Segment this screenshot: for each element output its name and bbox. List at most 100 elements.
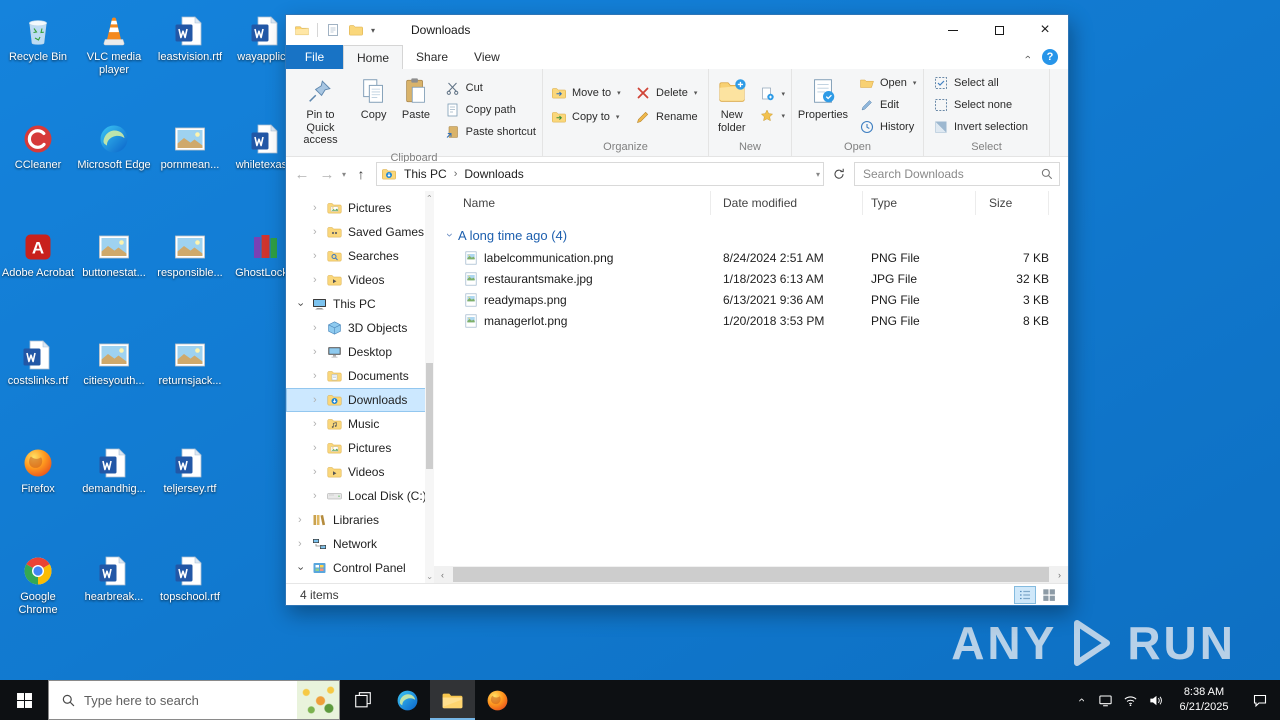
desktop-icon[interactable]: Recycle Bin [0,6,76,114]
select-none-button[interactable]: Select none [929,95,1032,115]
nav-item[interactable]: Pictures [286,436,434,460]
new-folder-button[interactable]: New folder [711,72,752,138]
select-all-button[interactable]: Select all [929,73,1032,93]
start-button[interactable] [0,680,48,720]
scroll-up-icon[interactable]: › [425,191,434,201]
properties-button[interactable]: Properties [794,72,852,138]
nav-item[interactable]: Desktop [286,340,434,364]
nav-item[interactable]: Pictures [286,196,434,220]
new-item-button[interactable]: ▾ [755,84,789,104]
taskbar-firefox-button[interactable] [475,680,520,720]
qat-customize-chevron-icon[interactable]: ▾ [371,26,375,35]
chevron-icon[interactable] [313,467,326,478]
delete-button[interactable]: Delete▾ [631,83,704,103]
desktop-icon[interactable]: citiesyouth... [76,330,152,438]
tab-share[interactable]: Share [403,45,461,69]
desktop-icon[interactable]: costslinks.rtf [0,330,76,438]
chevron-icon[interactable] [313,395,326,406]
desktop-icon[interactable]: buttonestat... [76,222,152,330]
chevron-icon[interactable] [313,227,326,238]
taskbar-explorer-button[interactable] [430,680,475,720]
invert-selection-button[interactable]: Invert selection [929,117,1032,137]
copy-to-button[interactable]: Copy to▾ [547,107,627,127]
chevron-icon[interactable] [313,323,326,334]
chevron-icon[interactable] [298,539,311,550]
address-box[interactable]: This PC › Downloads ▾ [376,162,824,186]
nav-item[interactable]: Music [286,412,434,436]
breadcrumb-downloads[interactable]: Downloads [462,167,525,181]
nav-item[interactable]: Documents [286,364,434,388]
nav-item[interactable]: This PC [286,292,434,316]
easy-access-button[interactable]: ▾ [755,106,789,126]
open-button[interactable]: Open▾ [855,73,920,93]
desktop-icon[interactable]: A Adobe Acrobat [0,222,76,330]
chevron-icon[interactable] [313,443,326,454]
chevron-icon[interactable] [313,491,326,502]
paste-shortcut-button[interactable]: Paste shortcut [441,122,540,142]
tray-volume-button[interactable] [1143,680,1168,720]
chevron-icon[interactable] [313,371,326,382]
nav-item[interactable]: Network [286,532,434,556]
group-header[interactable]: › A long time ago (4) [434,223,1068,247]
desktop-icon[interactable]: leastvision.rtf [152,6,228,114]
action-center-button[interactable] [1240,680,1280,720]
history-button[interactable]: History [855,117,920,137]
search-input[interactable] [863,167,1040,181]
address-dropdown-chevron-icon[interactable]: ▾ [816,170,820,179]
desktop-icon[interactable]: Microsoft Edge [76,114,152,222]
nav-item[interactable]: Searches [286,244,434,268]
nav-item[interactable]: Videos [286,460,434,484]
copy-path-button[interactable]: Copy path [441,100,540,120]
chevron-icon[interactable] [298,515,311,526]
taskbar-edge-button[interactable] [385,680,430,720]
refresh-button[interactable] [829,164,849,184]
chevron-icon[interactable] [298,299,311,310]
chevron-icon[interactable] [313,203,326,214]
qat-properties-icon[interactable] [325,22,341,38]
back-button[interactable]: ← [292,166,312,183]
nav-item[interactable]: Local Disk (C:) [286,484,434,508]
desktop-icon[interactable]: VLC media player [76,6,152,114]
move-to-button[interactable]: Move to▾ [547,83,627,103]
scroll-right-icon[interactable]: › [1051,570,1068,580]
qat-folder-icon[interactable] [348,22,364,38]
file-row[interactable]: labelcommunication.png 8/24/2024 2:51 AM… [434,247,1068,268]
chevron-icon[interactable] [313,275,326,286]
chevron-icon[interactable] [313,251,326,262]
chevron-icon[interactable] [313,419,326,430]
titlebar[interactable]: ▾ Downloads × [286,15,1068,45]
paste-button[interactable]: Paste [394,72,437,149]
desktop-icon[interactable]: responsible... [152,222,228,330]
desktop-icon[interactable]: demandhig... [76,438,152,546]
desktop-icon[interactable]: Google Chrome [0,546,76,654]
nav-item[interactable]: 3D Objects [286,316,434,340]
task-view-button[interactable] [340,680,385,720]
desktop-icon[interactable]: returnsjack... [152,330,228,438]
details-view-button[interactable] [1014,586,1036,604]
column-header-name[interactable]: Name [434,191,711,215]
file-row[interactable]: readymaps.png 6/13/2021 9:36 AM PNG File… [434,289,1068,310]
minimize-button[interactable] [930,15,976,45]
nav-item[interactable]: Libraries [286,508,434,532]
column-header-size[interactable]: Size [976,191,1049,215]
file-row[interactable]: restaurantsmake.jpg 1/18/2023 6:13 AM JP… [434,268,1068,289]
chevron-icon[interactable] [298,563,311,574]
close-button[interactable]: × [1022,15,1068,45]
desktop-icon[interactable]: hearbreak... [76,546,152,654]
rename-button[interactable]: Rename [631,107,704,127]
pin-to-quick-access-button[interactable]: Pin to Quick access [288,72,353,149]
desktop-icon[interactable]: Firefox [0,438,76,546]
tray-display-button[interactable] [1093,680,1118,720]
copy-button[interactable]: Copy [353,72,394,149]
thumbnails-view-button[interactable] [1038,586,1060,604]
search-highlight-image[interactable] [297,681,339,719]
desktop-icon[interactable]: teljersey.rtf [152,438,228,546]
search-icon[interactable] [1040,167,1054,181]
taskbar-clock[interactable]: 8:38 AM 6/21/2025 [1168,680,1240,720]
horizontal-scrollbar-thumb[interactable] [453,567,1049,582]
group-collapse-chevron-icon[interactable]: › [443,233,457,237]
breadcrumb-this-pc[interactable]: This PC [402,167,449,181]
nav-item[interactable]: Saved Games [286,220,434,244]
ribbon-collapse-chevron-icon[interactable]: › [1022,55,1034,59]
scroll-down-icon[interactable]: › [425,573,434,583]
